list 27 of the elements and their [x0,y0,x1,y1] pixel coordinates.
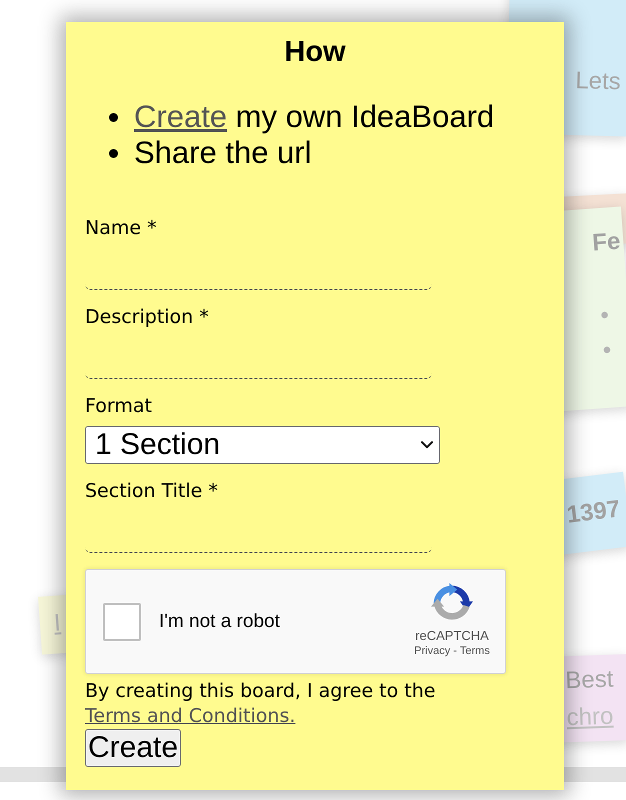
field-label: Description * [85,306,209,328]
step-text: Create my own IdeaBoard [134,99,494,135]
captcha-label: I'm not a robot [159,610,280,632]
captcha-terms-link[interactable]: Terms [460,644,490,658]
note-title: Best [564,664,614,696]
bullet-icon: • [602,332,612,368]
link-separator: - [453,644,457,658]
chevron-down-icon [421,441,433,449]
note-title: Lets [575,66,622,98]
bullet-icon [109,112,118,122]
bullet-icon [109,148,118,158]
captcha-checkbox[interactable] [103,602,141,640]
field-label: Section Title * [85,480,218,502]
step-text: Share the url [134,135,312,171]
agreement-text: By creating this board, I agree to the Terms and Conditions. [85,679,436,729]
format-select[interactable]: 1 Section [85,426,440,464]
card-title: How [283,35,347,69]
note-title: Fe [591,226,622,259]
create-button[interactable]: Create [85,729,182,767]
privacy-link[interactable]: Privacy [414,644,450,658]
captcha-brand: reCAPTCHA [415,628,489,644]
note-title: 1397 [565,494,622,531]
field-label: Name * [85,217,157,239]
bullet-icon: • [599,298,610,334]
terms-conditions-link[interactable]: Terms and Conditions. [85,705,296,727]
create-link[interactable]: Create [134,99,228,134]
field-label: Format [85,395,152,417]
